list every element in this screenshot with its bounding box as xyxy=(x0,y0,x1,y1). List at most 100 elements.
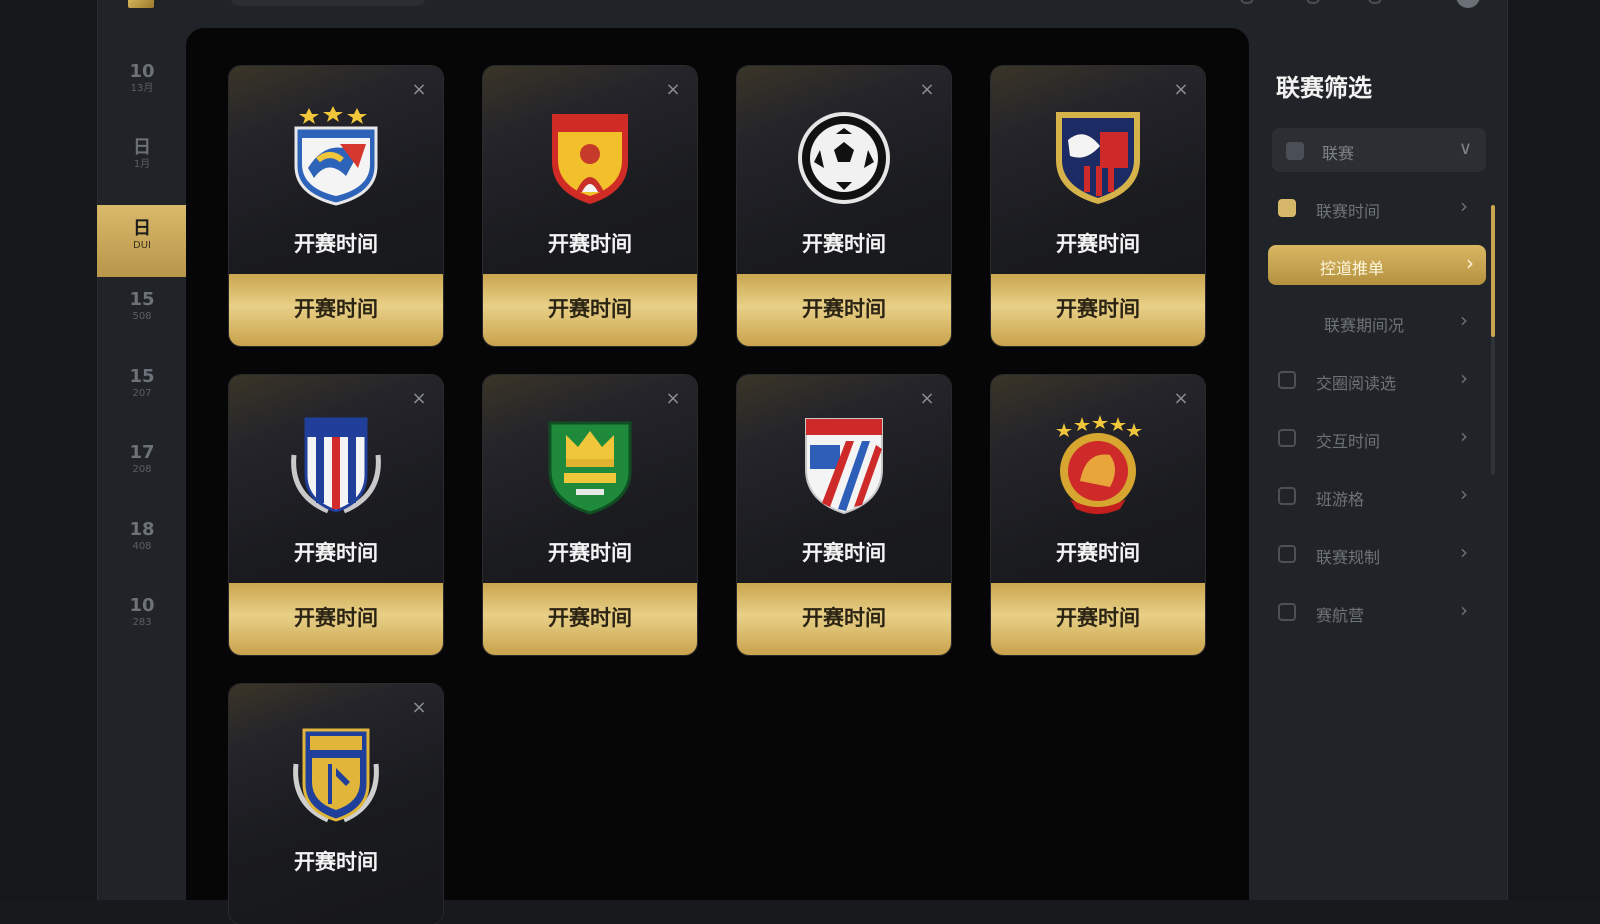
date-label: 208 xyxy=(132,464,152,475)
team-card[interactable]: × 开赛时间 xyxy=(229,684,443,924)
filter-item-label: 交圈阅读选 xyxy=(1316,374,1397,393)
filter-item-label: 联赛规制 xyxy=(1316,548,1381,567)
team-card[interactable]: × 开赛时间 开赛时间 xyxy=(483,66,697,346)
filter-item[interactable]: 交互时间 › xyxy=(1272,418,1486,458)
close-icon[interactable]: × xyxy=(665,81,681,99)
date-number: 日 xyxy=(133,218,151,239)
search-input[interactable] xyxy=(230,0,426,6)
date-label: 13月 xyxy=(130,83,154,94)
team-name: 开赛时间 xyxy=(548,541,632,565)
team-name: 开赛时间 xyxy=(802,541,886,565)
date-label: 508 xyxy=(132,311,152,322)
date-item[interactable]: 15 207 xyxy=(97,353,187,425)
filter-item[interactable]: 班游格 › xyxy=(1272,476,1486,516)
team-card[interactable]: × 开赛时间 开赛时间 xyxy=(991,66,1205,346)
right-backdrop xyxy=(1508,0,1600,900)
date-number: 17 xyxy=(129,442,155,463)
team-name: 开赛时间 xyxy=(1056,232,1140,256)
close-icon[interactable]: × xyxy=(665,390,681,408)
chevron-right-icon: › xyxy=(1460,540,1468,564)
filter-item[interactable]: 联赛期间况 › xyxy=(1272,302,1486,342)
date-label: 207 xyxy=(132,388,152,399)
date-label: 1月 xyxy=(133,159,151,170)
chevron-right-icon: › xyxy=(1460,366,1468,390)
blue-red-striped-laurel-crest-icon xyxy=(291,417,381,514)
close-icon[interactable]: × xyxy=(411,699,427,717)
date-item[interactable]: 17 208 xyxy=(97,429,187,501)
blue-white-star-shield-crest-icon xyxy=(294,106,378,206)
green-crown-shield-crest-icon xyxy=(548,421,632,515)
team-name: 开赛时间 xyxy=(548,232,632,256)
date-rail: 10 13月 日 1月 日 DUI 15 508 15 207 17 208 1… xyxy=(97,36,187,900)
date-item[interactable]: 15 508 xyxy=(97,276,187,348)
red-blue-striped-shield-crest-icon xyxy=(805,418,883,515)
filter-checkbox[interactable] xyxy=(1278,545,1296,563)
close-icon[interactable]: × xyxy=(919,81,935,99)
chevron-down-icon: ∨ xyxy=(1458,138,1472,159)
red-gold-shield-crest-icon xyxy=(552,114,628,204)
league-select[interactable]: 联赛 ∨ xyxy=(1272,128,1486,172)
filter-item[interactable]: 赛航营 › xyxy=(1272,592,1486,632)
date-item[interactable]: 日 1月 xyxy=(97,124,187,196)
team-card[interactable]: × 开赛时间 开赛时间 xyxy=(483,375,697,655)
kickoff-time-button[interactable]: 开赛时间 xyxy=(229,583,443,655)
filter-checkbox[interactable] xyxy=(1278,487,1296,505)
kickoff-time-button[interactable]: 开赛时间 xyxy=(991,274,1205,346)
kickoff-time-button[interactable]: 开赛时间 xyxy=(737,274,951,346)
filter-item-label: 班游格 xyxy=(1316,490,1365,509)
team-name: 开赛时间 xyxy=(294,232,378,256)
team-name: 开赛时间 xyxy=(1056,541,1140,565)
select-checkbox[interactable] xyxy=(1286,142,1304,160)
date-number: 10 xyxy=(129,595,155,616)
filter-checkbox-checked[interactable] xyxy=(1278,199,1296,217)
filter-item-label: 联赛时间 xyxy=(1316,202,1381,221)
close-icon[interactable]: × xyxy=(411,390,427,408)
date-item[interactable]: 10 13月 xyxy=(97,48,187,120)
team-name: 开赛时间 xyxy=(294,541,378,565)
soccer-ball-crest-icon xyxy=(798,112,890,204)
date-item[interactable]: 10 283 xyxy=(97,582,187,654)
chevron-right-icon: › xyxy=(1460,482,1468,506)
kickoff-time-button[interactable]: 开赛时间 xyxy=(229,274,443,346)
select-label: 联赛 xyxy=(1322,144,1355,163)
filter-scrollbar-thumb[interactable] xyxy=(1491,205,1495,337)
date-label: 408 xyxy=(132,541,152,552)
date-label: DUI xyxy=(133,240,151,251)
app-logo[interactable] xyxy=(128,0,154,8)
team-card[interactable]: × 开赛时间 开赛时间 xyxy=(737,66,951,346)
date-item-selected[interactable]: 日 DUI xyxy=(97,205,187,277)
team-card[interactable]: × 开赛时间 开赛时间 xyxy=(229,375,443,655)
date-number: 日 xyxy=(133,137,151,158)
red-gold-lion-star-crest-icon xyxy=(1056,415,1142,514)
filter-item-label: 赛航营 xyxy=(1316,606,1365,625)
close-icon[interactable]: × xyxy=(1173,390,1189,408)
close-icon[interactable]: × xyxy=(919,390,935,408)
filter-checkbox[interactable] xyxy=(1278,603,1296,621)
team-card[interactable]: × 开赛时间 开赛时间 xyxy=(737,375,951,655)
chevron-right-icon: › xyxy=(1460,424,1468,448)
filter-item-label: 控道推单 xyxy=(1320,259,1385,278)
kickoff-time-button[interactable]: 开赛时间 xyxy=(991,583,1205,655)
date-item[interactable]: 18 408 xyxy=(97,506,187,578)
date-number: 10 xyxy=(129,61,155,82)
left-backdrop xyxy=(0,0,97,900)
chevron-right-icon: › xyxy=(1460,194,1468,218)
team-card[interactable]: × 开赛时间 开赛时间 xyxy=(229,66,443,346)
chevron-right-icon: › xyxy=(1466,251,1474,275)
team-card[interactable]: × 开赛时间 开赛时间 xyxy=(991,375,1205,655)
filter-checkbox[interactable] xyxy=(1278,371,1296,389)
blue-gold-laurel-crest-icon xyxy=(293,728,379,823)
filter-item-label: 交互时间 xyxy=(1316,432,1381,451)
kickoff-time-button[interactable]: 开赛时间 xyxy=(483,583,697,655)
filter-item[interactable]: 联赛规制 › xyxy=(1272,534,1486,574)
kickoff-time-button[interactable]: 开赛时间 xyxy=(483,274,697,346)
kickoff-time-button[interactable]: 开赛时间 xyxy=(737,583,951,655)
close-icon[interactable]: × xyxy=(1173,81,1189,99)
date-number: 18 xyxy=(129,519,155,540)
team-name: 开赛时间 xyxy=(802,232,886,256)
filter-item[interactable]: 交圈阅读选 › xyxy=(1272,360,1486,400)
filter-item-active[interactable]: 控道推单 › xyxy=(1268,245,1486,285)
filter-checkbox[interactable] xyxy=(1278,429,1296,447)
close-icon[interactable]: × xyxy=(411,81,427,99)
filter-item[interactable]: 联赛时间 › xyxy=(1272,188,1486,228)
